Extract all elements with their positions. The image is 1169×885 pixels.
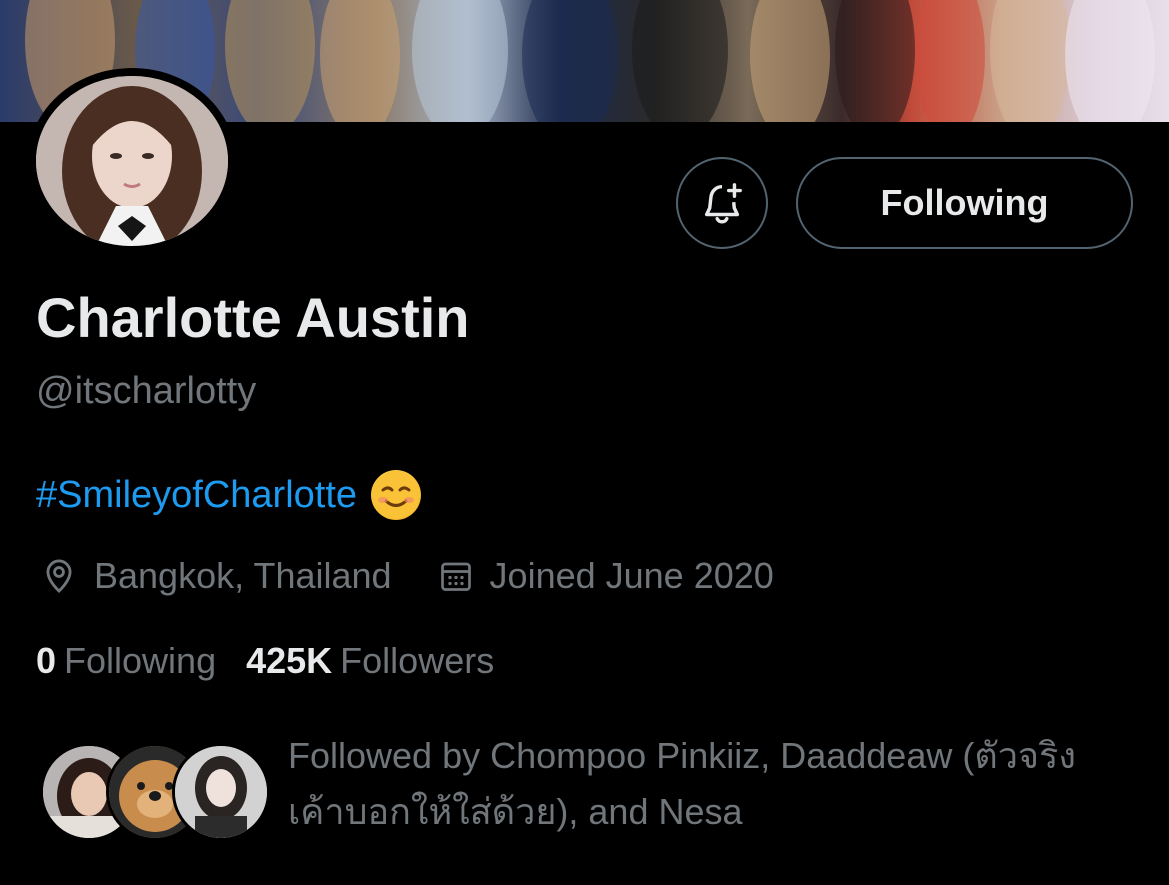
followers-count-label: Followers	[340, 640, 495, 681]
following-count-label: Following	[64, 640, 217, 681]
follow-counts: 0 Following 425K Followers	[36, 640, 494, 682]
location-pin-icon	[46, 559, 72, 593]
calendar-icon	[440, 562, 471, 591]
profile-bio: #SmileyofCharlotte	[36, 470, 422, 520]
location-item: Bangkok, Thailand	[40, 555, 392, 597]
followers-count: 425K	[246, 640, 333, 681]
followed-by-text[interactable]: Followed by Chompoo Pinkiiz, Daaddeaw (ต…	[288, 728, 1108, 840]
following-count: 0	[36, 640, 57, 681]
avatar-photo	[36, 76, 228, 246]
following-count-link[interactable]: 0 Following	[36, 640, 216, 682]
profile-avatar[interactable]	[28, 68, 236, 254]
display-name: Charlotte Austin	[36, 286, 470, 349]
followers-count-link[interactable]: 425K Followers	[246, 640, 494, 682]
profile-meta: Bangkok, Thailand Joined June 2020	[40, 555, 774, 597]
notify-button[interactable]	[676, 157, 768, 249]
bell-plus-icon	[704, 183, 742, 224]
location-text: Bangkok, Thailand	[94, 555, 392, 596]
username-handle: @itscharlotty	[36, 370, 257, 412]
following-button-label: Following	[880, 182, 1049, 223]
followed-by-avatars[interactable]	[40, 743, 270, 841]
following-button[interactable]: Following	[796, 157, 1133, 249]
joined-date-text: Joined June 2020	[489, 555, 774, 596]
bio-hashtag-link[interactable]: #SmileyofCharlotte	[36, 474, 357, 517]
smiling-face-emoji-icon	[371, 470, 422, 520]
follower-avatar	[172, 743, 270, 841]
joined-item: Joined June 2020	[438, 555, 774, 597]
